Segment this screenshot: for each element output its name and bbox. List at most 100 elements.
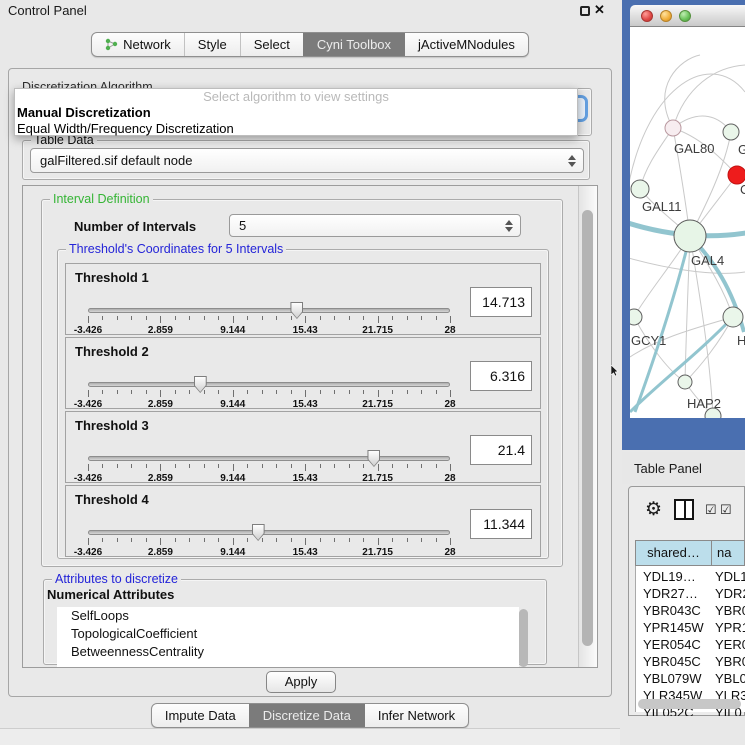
number-of-intervals-combobox[interactable]: 5 bbox=[229, 214, 521, 237]
stepper-arrows-icon bbox=[505, 220, 513, 232]
zoom-traffic-light-icon[interactable] bbox=[679, 10, 691, 22]
table-row[interactable]: YPR145WYPR1 bbox=[635, 619, 745, 636]
list-item[interactable]: BetweennessCentrality bbox=[57, 643, 519, 661]
interval-definition-title: Interval Definition bbox=[50, 192, 153, 206]
checkbox-icon[interactable]: ☑ bbox=[705, 502, 717, 518]
tab-impute-data[interactable]: Impute Data bbox=[152, 704, 249, 727]
tab-jactivemnodules[interactable]: jActiveMNodules bbox=[404, 33, 528, 56]
close-traffic-light-icon[interactable] bbox=[641, 10, 653, 22]
attributes-list-scrollbar[interactable] bbox=[519, 609, 528, 667]
network-node-gal4 bbox=[674, 220, 706, 252]
threshold-4-value-field[interactable]: 11.344 bbox=[470, 509, 532, 539]
slider-ticks bbox=[88, 538, 450, 546]
table-horizontal-scrollbar[interactable] bbox=[638, 699, 741, 709]
table-panel-title: Table Panel bbox=[634, 461, 702, 476]
slider-track[interactable] bbox=[88, 456, 450, 461]
checkbox-icon[interactable]: ☑ bbox=[720, 502, 732, 518]
split-columns-icon[interactable] bbox=[674, 499, 694, 520]
threshold-1-label: Threshold 1 bbox=[75, 270, 149, 285]
bottom-status-band bbox=[0, 728, 620, 745]
numerical-attributes-label: Numerical Attributes bbox=[47, 587, 174, 602]
network-node bbox=[665, 120, 681, 136]
minimize-traffic-light-icon[interactable] bbox=[660, 10, 672, 22]
table-row[interactable]: YBL079WYBL0 bbox=[635, 670, 745, 687]
list-item[interactable]: TopologicalCoefficient bbox=[57, 625, 519, 643]
stepper-arrows-icon bbox=[568, 155, 576, 167]
number-of-intervals-value: 5 bbox=[239, 218, 246, 233]
node-label-gal80: GAL80 bbox=[674, 141, 714, 156]
tab-label: Select bbox=[254, 37, 290, 52]
apply-button[interactable]: Apply bbox=[266, 671, 336, 693]
tab-label: Infer Network bbox=[378, 708, 455, 723]
tab-label: Style bbox=[198, 37, 227, 52]
network-icon bbox=[105, 38, 118, 51]
table-data-selected: galFiltered.sif default node bbox=[40, 153, 192, 168]
attributes-group-title: Attributes to discretize bbox=[52, 572, 181, 586]
column-header-shared-name[interactable]: shared… bbox=[635, 540, 712, 566]
tab-cyni-toolbox[interactable]: Cyni Toolbox bbox=[303, 33, 404, 56]
mouse-cursor bbox=[611, 365, 620, 377]
table-row[interactable]: YER054CYER0 bbox=[635, 636, 745, 653]
tab-label: Impute Data bbox=[165, 708, 236, 723]
slider-tick-labels: -3.4262.8599.14415.4321.71528 bbox=[88, 399, 450, 410]
scrollbar-thumb[interactable] bbox=[582, 210, 593, 646]
tab-select[interactable]: Select bbox=[240, 33, 303, 56]
network-node bbox=[630, 309, 642, 325]
option-equal-width-frequency[interactable]: Equal Width/Frequency Discretization bbox=[15, 121, 577, 137]
node-label-partial: G bbox=[738, 142, 745, 157]
settings-vertical-scrollbar[interactable] bbox=[578, 186, 597, 667]
node-label-gal4: GAL4 bbox=[691, 253, 724, 268]
cyni-mode-tab-bar: Impute Data Discretize Data Infer Networ… bbox=[0, 703, 620, 728]
tab-discretize-data[interactable]: Discretize Data bbox=[249, 704, 364, 727]
table-row[interactable]: YDL19…YDL1 bbox=[635, 568, 745, 585]
table-row[interactable]: YBR043CYBR0 bbox=[635, 602, 745, 619]
close-icon[interactable]: ✕ bbox=[594, 2, 605, 18]
table-data-combobox[interactable]: galFiltered.sif default node bbox=[30, 148, 584, 173]
threshold-1-slider[interactable]: -3.4262.8599.14415.4321.71528 bbox=[88, 304, 450, 334]
numerical-attributes-list: SelfLoops TopologicalCoefficient Between… bbox=[57, 607, 519, 668]
algorithm-hint: Select algorithm to view settings bbox=[15, 89, 577, 105]
thresholds-group-title: Threshold's Coordinates for 5 Intervals bbox=[66, 242, 286, 256]
network-canvas[interactable]: GAL80 G C GAL11 GAL4 GCY1 H HAP2 bbox=[630, 27, 745, 418]
threshold-4-slider[interactable]: -3.4262.8599.14415.4321.71528 bbox=[88, 526, 450, 556]
threshold-4-panel: Threshold 4 -3.4262.8599.14415.4321.7152… bbox=[65, 485, 541, 557]
network-node bbox=[723, 307, 743, 327]
node-label-partial: H bbox=[737, 333, 745, 348]
network-node bbox=[723, 124, 739, 140]
threshold-2-slider[interactable]: -3.4262.8599.14415.4321.71528 bbox=[88, 378, 450, 408]
threshold-3-slider[interactable]: -3.4262.8599.14415.4321.71528 bbox=[88, 452, 450, 482]
table-header-row: shared… na bbox=[635, 540, 745, 566]
table-row[interactable]: YDR27…YDR2 bbox=[635, 585, 745, 602]
option-manual-discretization[interactable]: Manual Discretization bbox=[15, 105, 577, 121]
slider-ticks bbox=[88, 390, 450, 398]
tab-network[interactable]: Network bbox=[92, 33, 184, 56]
tab-style[interactable]: Style bbox=[184, 33, 240, 56]
list-item[interactable]: SelfLoops bbox=[57, 607, 519, 625]
slider-track[interactable] bbox=[88, 382, 450, 387]
network-node bbox=[631, 180, 649, 198]
settings-scroll-area: Interval Definition Number of Intervals … bbox=[22, 185, 598, 668]
threshold-3-panel: Threshold 3 -3.4262.8599.14415.4321.7152… bbox=[65, 411, 541, 483]
threshold-3-value-field[interactable]: 21.4 bbox=[470, 435, 532, 465]
slider-track[interactable] bbox=[88, 530, 450, 535]
node-label-gal11: GAL11 bbox=[642, 199, 682, 214]
table-row[interactable]: YBR045CYBR0 bbox=[635, 653, 745, 670]
node-label-gcy1: GCY1 bbox=[631, 333, 666, 348]
node-label-hap2: HAP2 bbox=[687, 396, 721, 411]
float-window-icon[interactable] bbox=[580, 6, 590, 16]
threshold-1-value-field[interactable]: 14.713 bbox=[470, 287, 532, 317]
slider-track[interactable] bbox=[88, 308, 450, 313]
number-of-intervals-label: Number of Intervals bbox=[74, 219, 196, 234]
tab-infer-network[interactable]: Infer Network bbox=[364, 704, 468, 727]
tab-label: jActiveMNodules bbox=[418, 37, 515, 52]
algorithm-dropdown-popup: Select algorithm to view settings Manual… bbox=[14, 88, 578, 136]
threshold-2-panel: Threshold 2 -3.4262.8599.14415.4321.7152… bbox=[65, 337, 541, 409]
threshold-2-value-field[interactable]: 6.316 bbox=[470, 361, 532, 391]
network-window-titlebar[interactable] bbox=[630, 5, 745, 27]
threshold-4-label: Threshold 4 bbox=[75, 492, 149, 507]
column-header-name[interactable]: na bbox=[712, 540, 745, 566]
table-settings-gear-icon[interactable]: ⚙ bbox=[645, 498, 662, 521]
tab-label: Discretize Data bbox=[263, 708, 351, 723]
slider-tick-labels: -3.4262.8599.14415.4321.71528 bbox=[88, 473, 450, 484]
tab-label: Network bbox=[123, 37, 171, 52]
